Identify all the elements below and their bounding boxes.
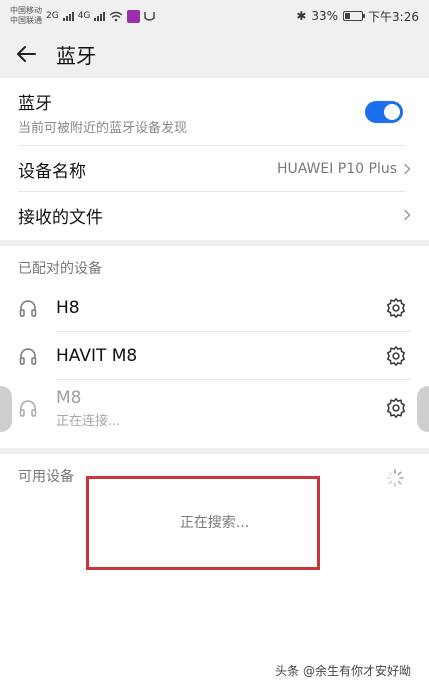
network-type-1: 2G bbox=[46, 11, 59, 21]
app-notification-icon bbox=[127, 9, 141, 23]
back-arrow-icon[interactable] bbox=[16, 43, 38, 65]
bluetooth-label: 蓝牙 bbox=[18, 93, 52, 114]
paired-section-title: 已配对的设备 bbox=[18, 261, 102, 277]
device-name-value: HUAWEI P10 Plus bbox=[276, 161, 397, 177]
status-bar: 中国移动 中国联通 2G 4G ✱ 33% 下午3:26 bbox=[0, 0, 429, 32]
searching-status: 正在搜索... bbox=[179, 515, 250, 531]
notification-icon bbox=[144, 11, 156, 21]
network-type-2: 4G bbox=[77, 11, 91, 21]
device-name: H8 bbox=[56, 298, 80, 318]
paired-device-row[interactable]: H8 bbox=[0, 284, 429, 332]
headphones-icon bbox=[19, 400, 37, 417]
bluetooth-status-icon: ✱ bbox=[296, 9, 307, 23]
signal-group: 2G 4G bbox=[46, 9, 156, 23]
bluetooth-toggle-row[interactable]: 蓝牙 当前可被附近的蓝牙设备发现 bbox=[0, 78, 429, 146]
device-name: HAVIT M8 bbox=[56, 346, 138, 366]
chevron-right-icon bbox=[404, 209, 411, 221]
device-name: M8 bbox=[56, 387, 82, 408]
carrier-2: 中国联通 bbox=[10, 16, 42, 25]
carrier-labels: 中国移动 中国联通 bbox=[10, 6, 42, 26]
discoverable-hint: 当前可被附近的蓝牙设备发现 bbox=[18, 120, 188, 136]
received-files-label: 接收的文件 bbox=[18, 207, 103, 228]
device-name-row[interactable]: 设备名称 HUAWEI P10 Plus bbox=[0, 146, 429, 192]
app-header: 蓝牙 bbox=[0, 32, 429, 76]
bluetooth-settings-card: 蓝牙 当前可被附近的蓝牙设备发现 设备名称 HUAWEI P10 Plus 接收… bbox=[0, 78, 429, 240]
device-name-label: 设备名称 bbox=[18, 161, 86, 182]
paired-devices-card: 已配对的设备 H8 HAVIT M8 M8 正在连接... bbox=[0, 246, 429, 448]
spinner-icon bbox=[386, 469, 404, 487]
bluetooth-toggle[interactable] bbox=[365, 101, 403, 123]
signal-icon-2 bbox=[94, 11, 106, 21]
wifi-icon bbox=[109, 11, 123, 21]
edge-handle-left[interactable] bbox=[0, 386, 12, 432]
toggle-knob bbox=[384, 104, 400, 120]
watermark: 头条 @余生有你才安好呦 bbox=[271, 661, 415, 680]
gear-icon[interactable] bbox=[385, 297, 407, 319]
received-files-row[interactable]: 接收的文件 bbox=[0, 192, 429, 238]
battery-icon bbox=[343, 11, 366, 21]
headphones-icon bbox=[19, 348, 37, 365]
gear-icon[interactable] bbox=[385, 397, 407, 419]
clock: 下午3:26 bbox=[368, 9, 419, 24]
chevron-right-icon bbox=[404, 163, 411, 175]
page-title: 蓝牙 bbox=[56, 43, 96, 68]
carrier-1: 中国移动 bbox=[10, 6, 42, 15]
paired-device-row[interactable]: HAVIT M8 bbox=[0, 332, 429, 380]
gear-icon[interactable] bbox=[385, 345, 407, 367]
status-right: ✱ 33% 下午3:26 bbox=[296, 8, 419, 25]
edge-handle-right[interactable] bbox=[417, 386, 429, 432]
headphones-icon bbox=[19, 300, 37, 317]
paired-device-row[interactable]: M8 正在连接... bbox=[0, 380, 429, 436]
available-devices-card: 可用设备 正在搜索... bbox=[0, 454, 429, 690]
connecting-status: 正在连接... bbox=[56, 413, 121, 429]
signal-icon bbox=[62, 11, 74, 21]
battery-percent: 33% bbox=[311, 9, 339, 23]
